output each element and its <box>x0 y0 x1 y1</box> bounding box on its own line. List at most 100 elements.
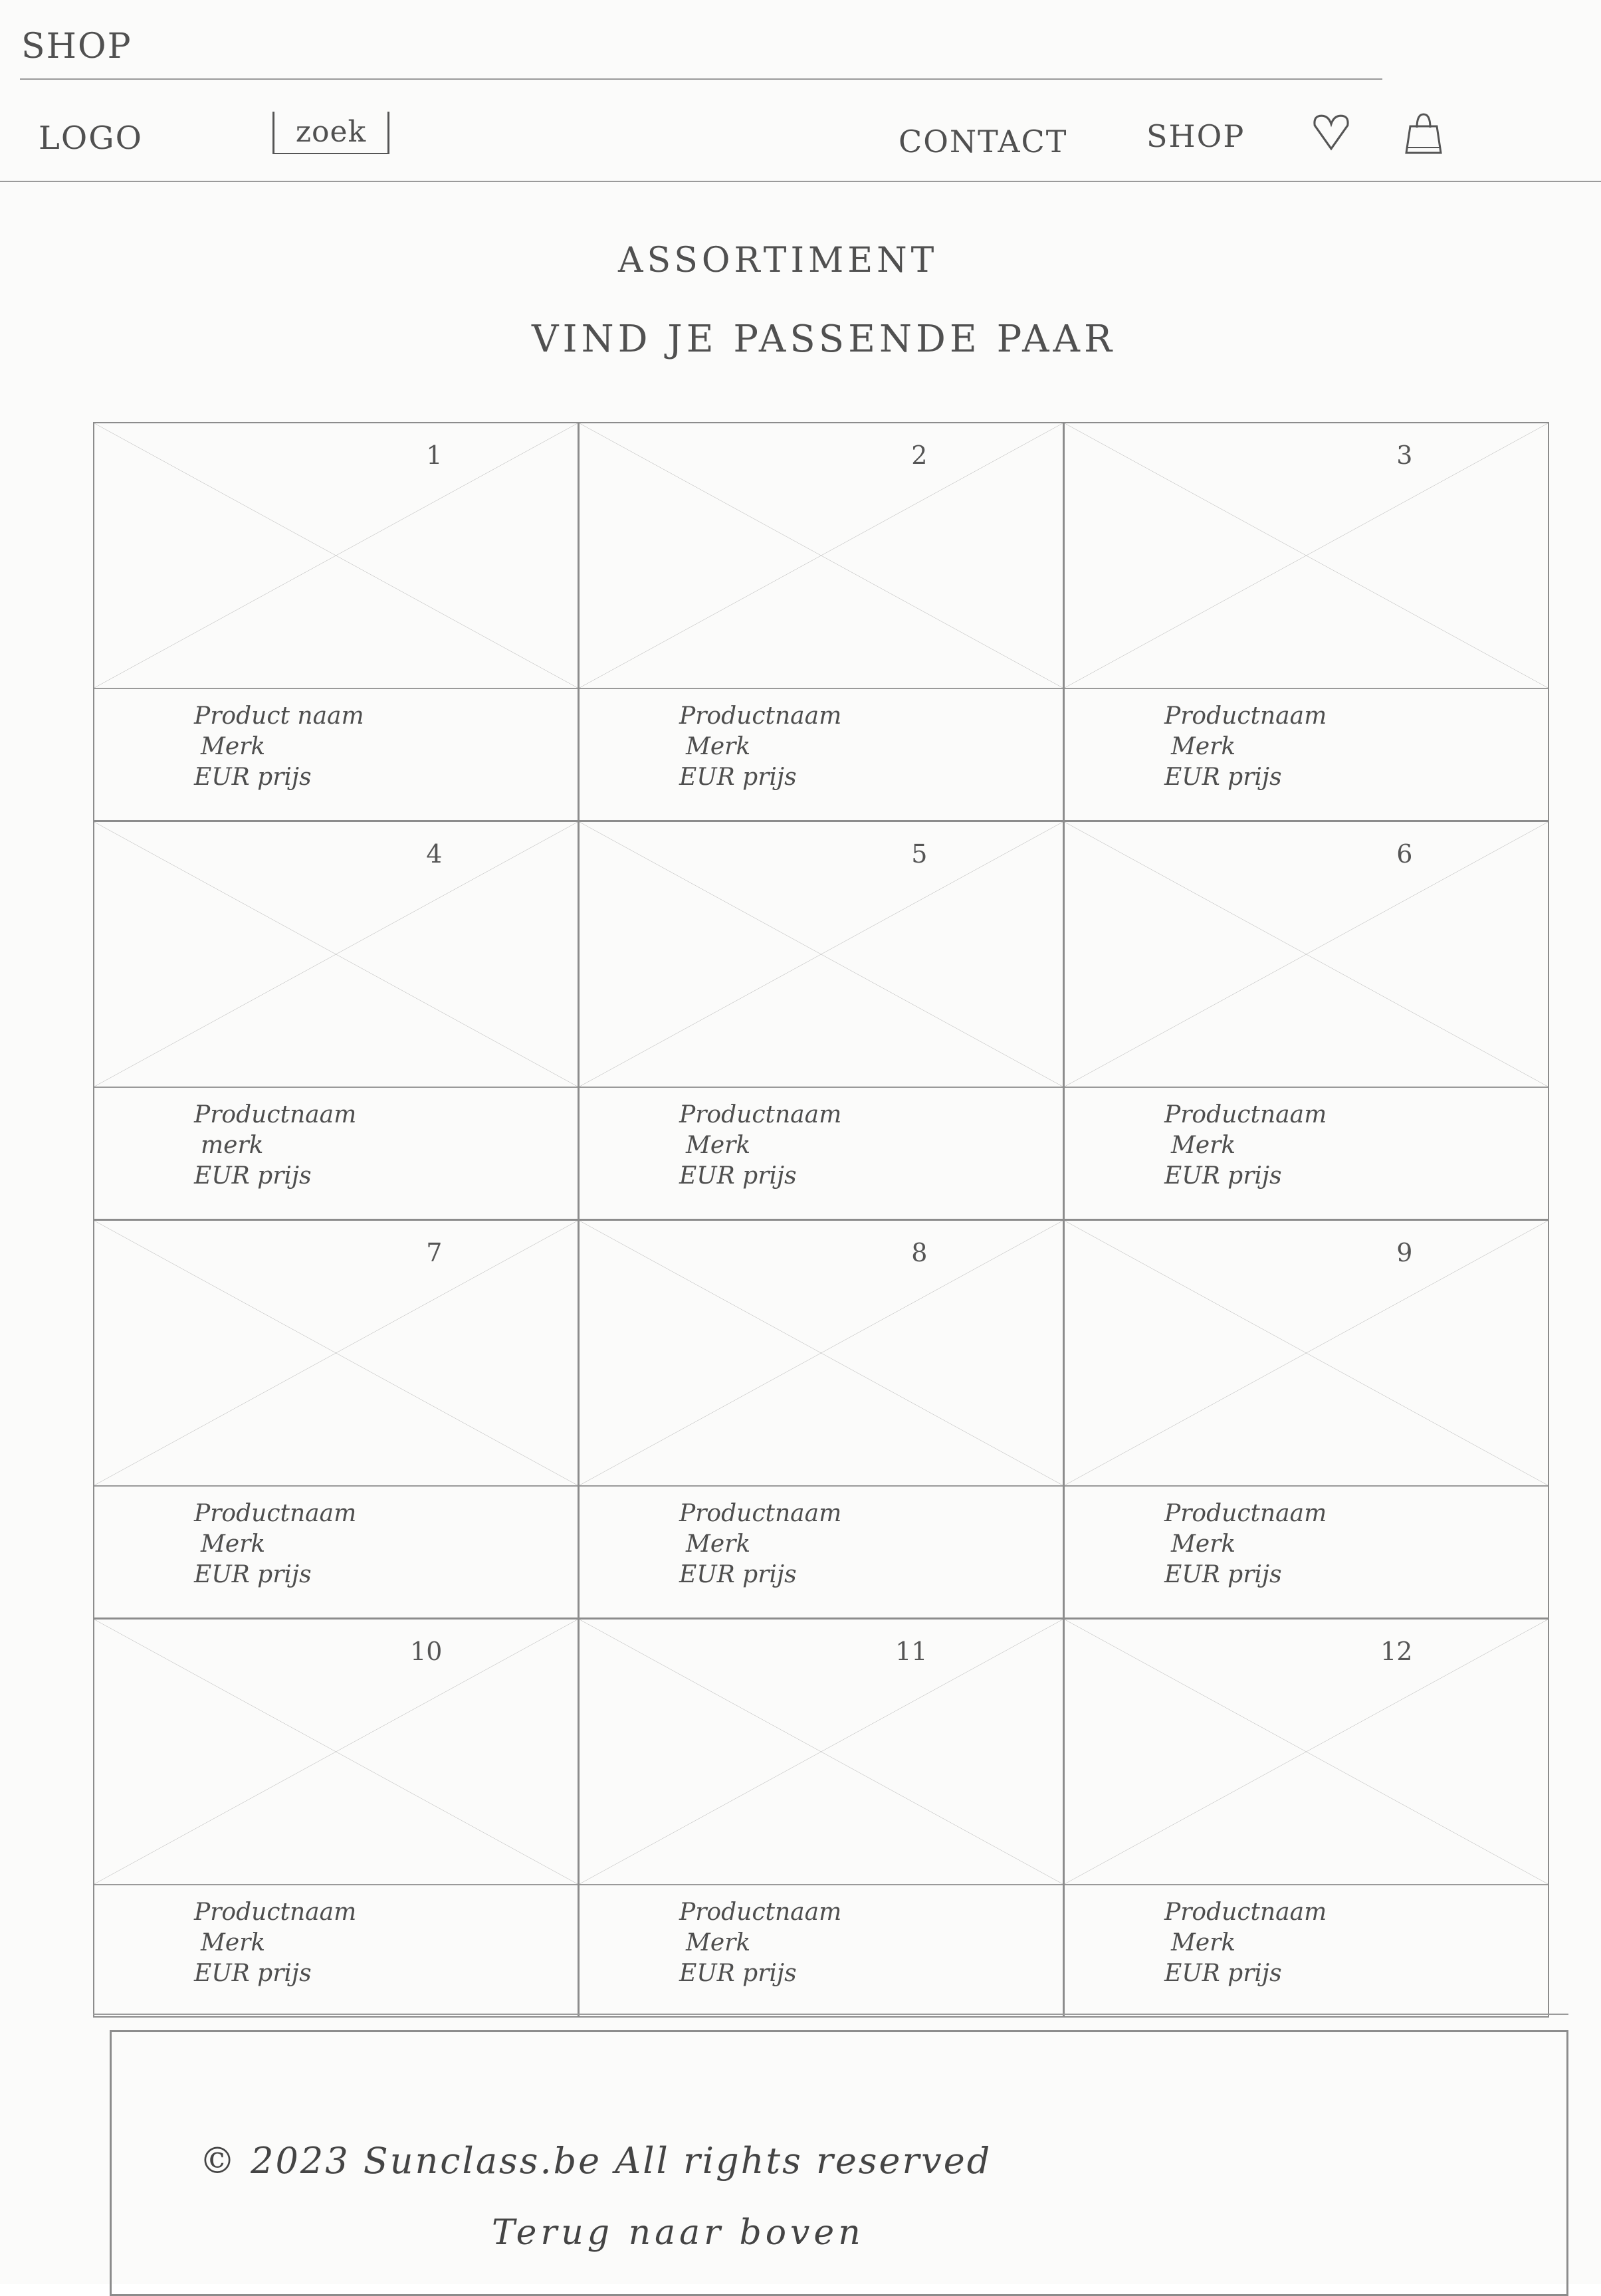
image-placeholder-icon <box>94 423 578 688</box>
product-info: Productnaam Merk EUR prijs <box>679 1897 841 1989</box>
product-name[interactable]: Product naam <box>194 701 364 732</box>
product-name[interactable]: Productnaam <box>194 1897 356 1928</box>
image-placeholder-icon <box>1065 1221 1548 1485</box>
product-number: 9 <box>1396 1238 1413 1267</box>
product-info: Productnaam Merk EUR prijs <box>679 1499 841 1590</box>
page-title: SHOP <box>21 27 132 66</box>
back-to-top-link[interactable]: Terug naar boven <box>492 2213 865 2253</box>
product-brand: Merk <box>1171 1530 1236 1558</box>
product-info: Productnaam Merk EUR prijs <box>679 701 841 793</box>
image-placeholder-icon <box>1065 423 1548 688</box>
product-card[interactable]: 8 Productnaam Merk EUR prijs <box>578 1219 1064 1619</box>
product-price: EUR prijs <box>194 1162 312 1190</box>
shopping-bag-icon[interactable] <box>1404 110 1443 157</box>
product-image-placeholder[interactable]: 11 <box>580 1619 1063 1885</box>
product-price: EUR prijs <box>194 1959 312 1987</box>
product-number: 1 <box>426 441 443 470</box>
product-image-placeholder[interactable]: 6 <box>1065 822 1548 1088</box>
product-name[interactable]: Productnaam <box>1164 701 1327 732</box>
product-price: EUR prijs <box>194 1560 312 1588</box>
product-card[interactable]: 1 Product naam Merk EUR prijs <box>93 422 579 821</box>
product-info: Productnaam Merk EUR prijs <box>1164 1897 1327 1989</box>
product-image-placeholder[interactable]: 8 <box>580 1221 1063 1487</box>
product-image-placeholder[interactable]: 12 <box>1065 1619 1548 1885</box>
image-placeholder-icon <box>580 423 1063 688</box>
product-name[interactable]: Productnaam <box>679 1897 841 1928</box>
product-number: 3 <box>1396 441 1413 470</box>
product-card[interactable]: 12 Productnaam Merk EUR prijs <box>1063 1618 1549 2018</box>
product-name[interactable]: Productnaam <box>679 701 841 732</box>
section-heading: ASSORTIMENT <box>618 241 938 280</box>
product-card[interactable]: 6 Productnaam Merk EUR prijs <box>1063 821 1549 1220</box>
product-image-placeholder[interactable]: 7 <box>94 1221 578 1487</box>
product-number: 4 <box>426 839 443 869</box>
image-placeholder-icon <box>94 822 578 1087</box>
product-price: EUR prijs <box>679 763 797 791</box>
section-subheading: VIND JE PASSENDE PAAR <box>532 318 1117 361</box>
product-number: 12 <box>1380 1637 1413 1666</box>
product-number: 11 <box>895 1637 928 1666</box>
product-card[interactable]: 5 Productnaam Merk EUR prijs <box>578 821 1064 1220</box>
product-grid: 1 Product naam Merk EUR prijs 2 Productnaam Me… <box>93 422 1549 2018</box>
copyright-text: © 2023 Sunclass.be All rights reserved <box>199 2140 992 2182</box>
product-brand: Merk <box>201 1929 266 1956</box>
product-card[interactable]: 10 Productnaam Merk EUR prijs <box>93 1618 579 2018</box>
image-placeholder-icon <box>580 1619 1063 1884</box>
product-image-placeholder[interactable]: 5 <box>580 822 1063 1088</box>
search-field[interactable]: zoek <box>272 112 389 154</box>
product-number: 7 <box>426 1238 443 1267</box>
product-price: EUR prijs <box>1164 1162 1282 1190</box>
product-name[interactable]: Productnaam <box>1164 1897 1327 1928</box>
image-placeholder-icon <box>580 822 1063 1087</box>
image-placeholder-icon <box>94 1619 578 1884</box>
product-info: Product naam Merk EUR prijs <box>194 701 364 793</box>
product-info: Productnaam Merk EUR prijs <box>1164 1499 1327 1590</box>
product-card[interactable]: 3 Productnaam Merk EUR prijs <box>1063 422 1549 821</box>
product-image-placeholder[interactable]: 2 <box>580 423 1063 689</box>
product-brand: Merk <box>1171 1929 1236 1956</box>
product-name[interactable]: Productnaam <box>679 1499 841 1529</box>
product-price: EUR prijs <box>679 1560 797 1588</box>
nav-contact-link[interactable]: CONTACT <box>899 124 1067 159</box>
product-name[interactable]: Productnaam <box>194 1499 356 1529</box>
product-number: 2 <box>911 441 928 470</box>
product-price: EUR prijs <box>679 1162 797 1190</box>
product-name[interactable]: Productnaam <box>1164 1499 1327 1529</box>
product-info: Productnaam merk EUR prijs <box>194 1100 356 1192</box>
product-name[interactable]: Productnaam <box>194 1100 356 1130</box>
product-price: EUR prijs <box>194 763 312 791</box>
image-placeholder-icon <box>94 1221 578 1485</box>
image-placeholder-icon <box>1065 822 1548 1087</box>
nav-shop-link[interactable]: SHOP <box>1146 118 1245 154</box>
product-info: Productnaam Merk EUR prijs <box>679 1100 841 1192</box>
product-name[interactable]: Productnaam <box>1164 1100 1327 1130</box>
heart-icon[interactable] <box>1311 112 1352 153</box>
product-price: EUR prijs <box>679 1959 797 1987</box>
title-divider <box>20 78 1382 80</box>
product-brand: Merk <box>686 732 751 760</box>
product-image-placeholder[interactable]: 10 <box>94 1619 578 1885</box>
product-brand: Merk <box>201 1530 266 1558</box>
product-card[interactable]: 4 Productnaam merk EUR prijs <box>93 821 579 1220</box>
product-card[interactable]: 2 Productnaam Merk EUR prijs <box>578 422 1064 821</box>
product-card[interactable]: 9 Productnaam Merk EUR prijs <box>1063 1219 1549 1619</box>
product-info: Productnaam Merk EUR prijs <box>1164 701 1327 793</box>
product-card[interactable]: 11 Productnaam Merk EUR prijs <box>578 1618 1064 2018</box>
product-image-placeholder[interactable]: 1 <box>94 423 578 689</box>
product-number: 8 <box>911 1238 928 1267</box>
footer-divider <box>93 2014 1568 2015</box>
product-name[interactable]: Productnaam <box>679 1100 841 1130</box>
logo[interactable]: LOGO <box>39 120 143 157</box>
product-image-placeholder[interactable]: 4 <box>94 822 578 1088</box>
product-brand: Merk <box>686 1530 751 1558</box>
product-price: EUR prijs <box>1164 1560 1282 1588</box>
product-number: 5 <box>911 839 928 869</box>
product-card[interactable]: 7 Productnaam Merk EUR prijs <box>93 1219 579 1619</box>
product-image-placeholder[interactable]: 9 <box>1065 1221 1548 1487</box>
product-info: Productnaam Merk EUR prijs <box>1164 1100 1327 1192</box>
product-price: EUR prijs <box>1164 763 1282 791</box>
product-info: Productnaam Merk EUR prijs <box>194 1897 356 1989</box>
product-number: 6 <box>1396 839 1413 869</box>
product-image-placeholder[interactable]: 3 <box>1065 423 1548 689</box>
header-divider <box>0 181 1601 182</box>
